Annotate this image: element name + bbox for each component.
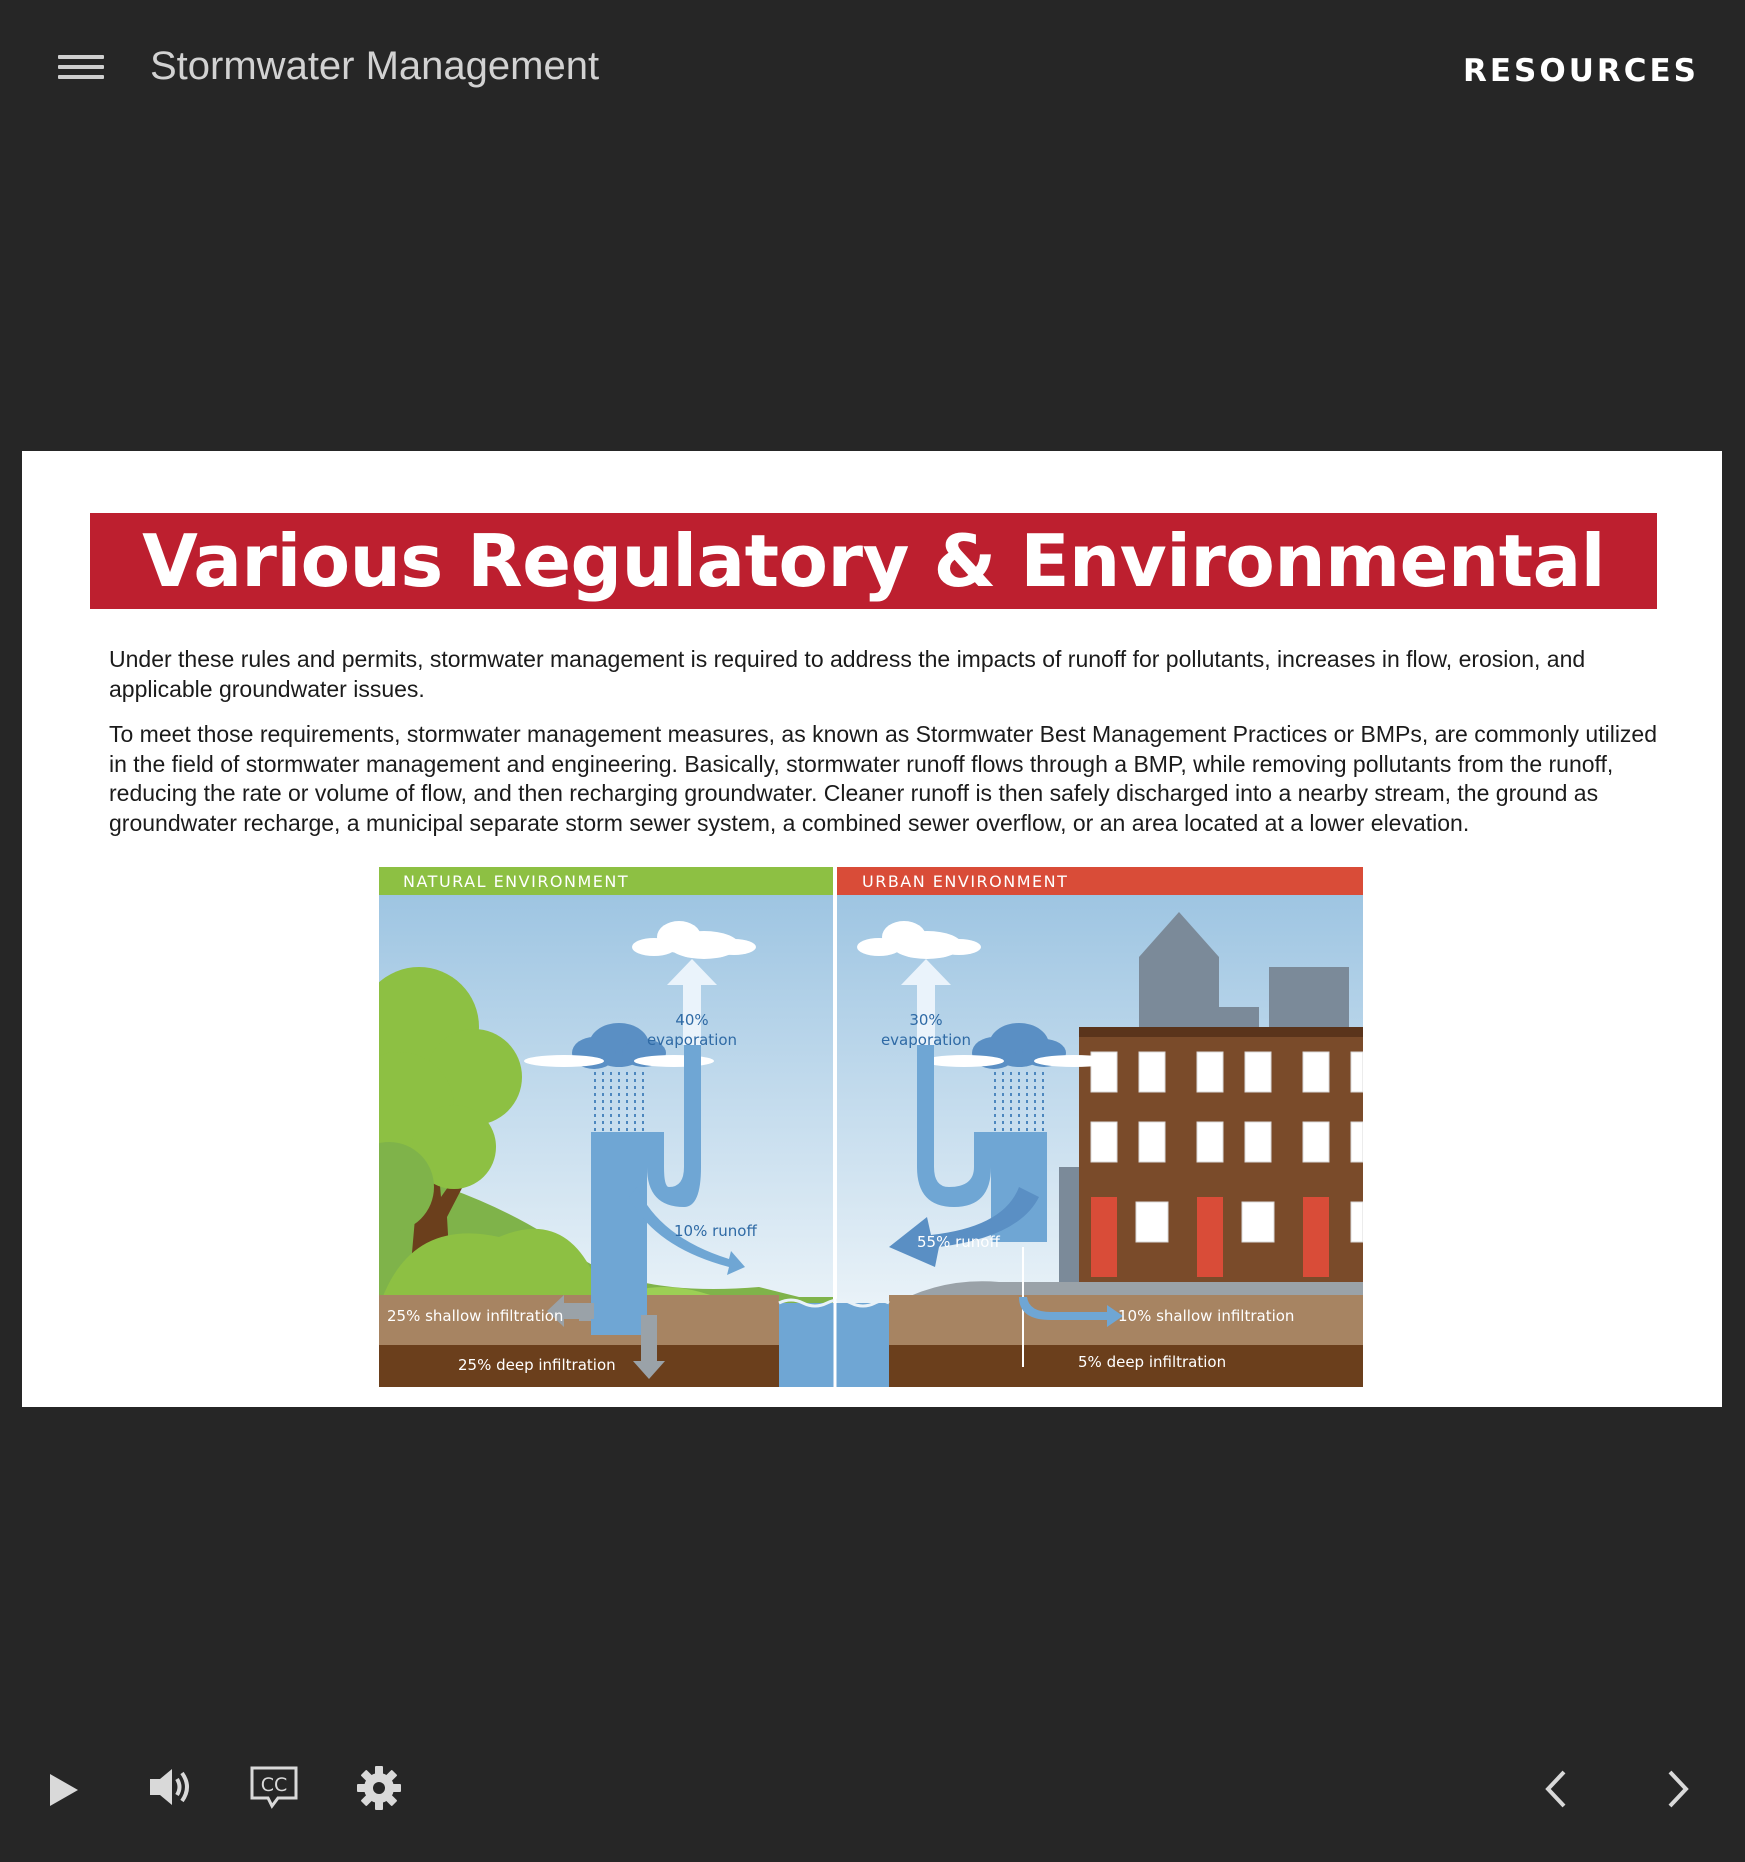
water-cycle-figure: NATURAL ENVIRONMENT URBAN ENVIRONMENT 40… xyxy=(379,867,1363,1387)
urban-shallow-label: 10% shallow infiltration xyxy=(1118,1307,1294,1325)
natural-deep-label: 25% deep infiltration xyxy=(458,1356,616,1374)
hamburger-menu-icon[interactable] xyxy=(58,55,104,85)
top-bar: Stormwater Management RESOURCES xyxy=(0,0,1745,140)
play-icon[interactable] xyxy=(46,1770,82,1810)
paragraph-1: Under these rules and permits, stormwate… xyxy=(109,646,1586,702)
cc-icon[interactable]: CC xyxy=(248,1764,300,1810)
volume-icon[interactable] xyxy=(146,1765,196,1809)
natural-shallow-label: 25% shallow infiltration xyxy=(387,1307,563,1325)
chevron-right-icon[interactable] xyxy=(1660,1768,1694,1810)
resources-button[interactable]: RESOURCES xyxy=(1463,53,1699,89)
paragraph-2: To meet those requirements, stormwater m… xyxy=(109,721,1658,836)
urban-deep-label: 5% deep infiltration xyxy=(1078,1353,1226,1371)
course-title: Stormwater Management xyxy=(150,44,600,88)
cc-text: CC xyxy=(261,1774,288,1796)
slide-heading: Various Regulatory & Environmental Agenc… xyxy=(142,519,1605,699)
gear-icon[interactable] xyxy=(356,1765,402,1811)
slide-canvas: Various Regulatory & Environmental Agenc… xyxy=(22,451,1722,1407)
heading-banner: Various Regulatory & Environmental Agenc… xyxy=(90,513,1657,699)
chevron-left-icon[interactable] xyxy=(1540,1768,1574,1810)
